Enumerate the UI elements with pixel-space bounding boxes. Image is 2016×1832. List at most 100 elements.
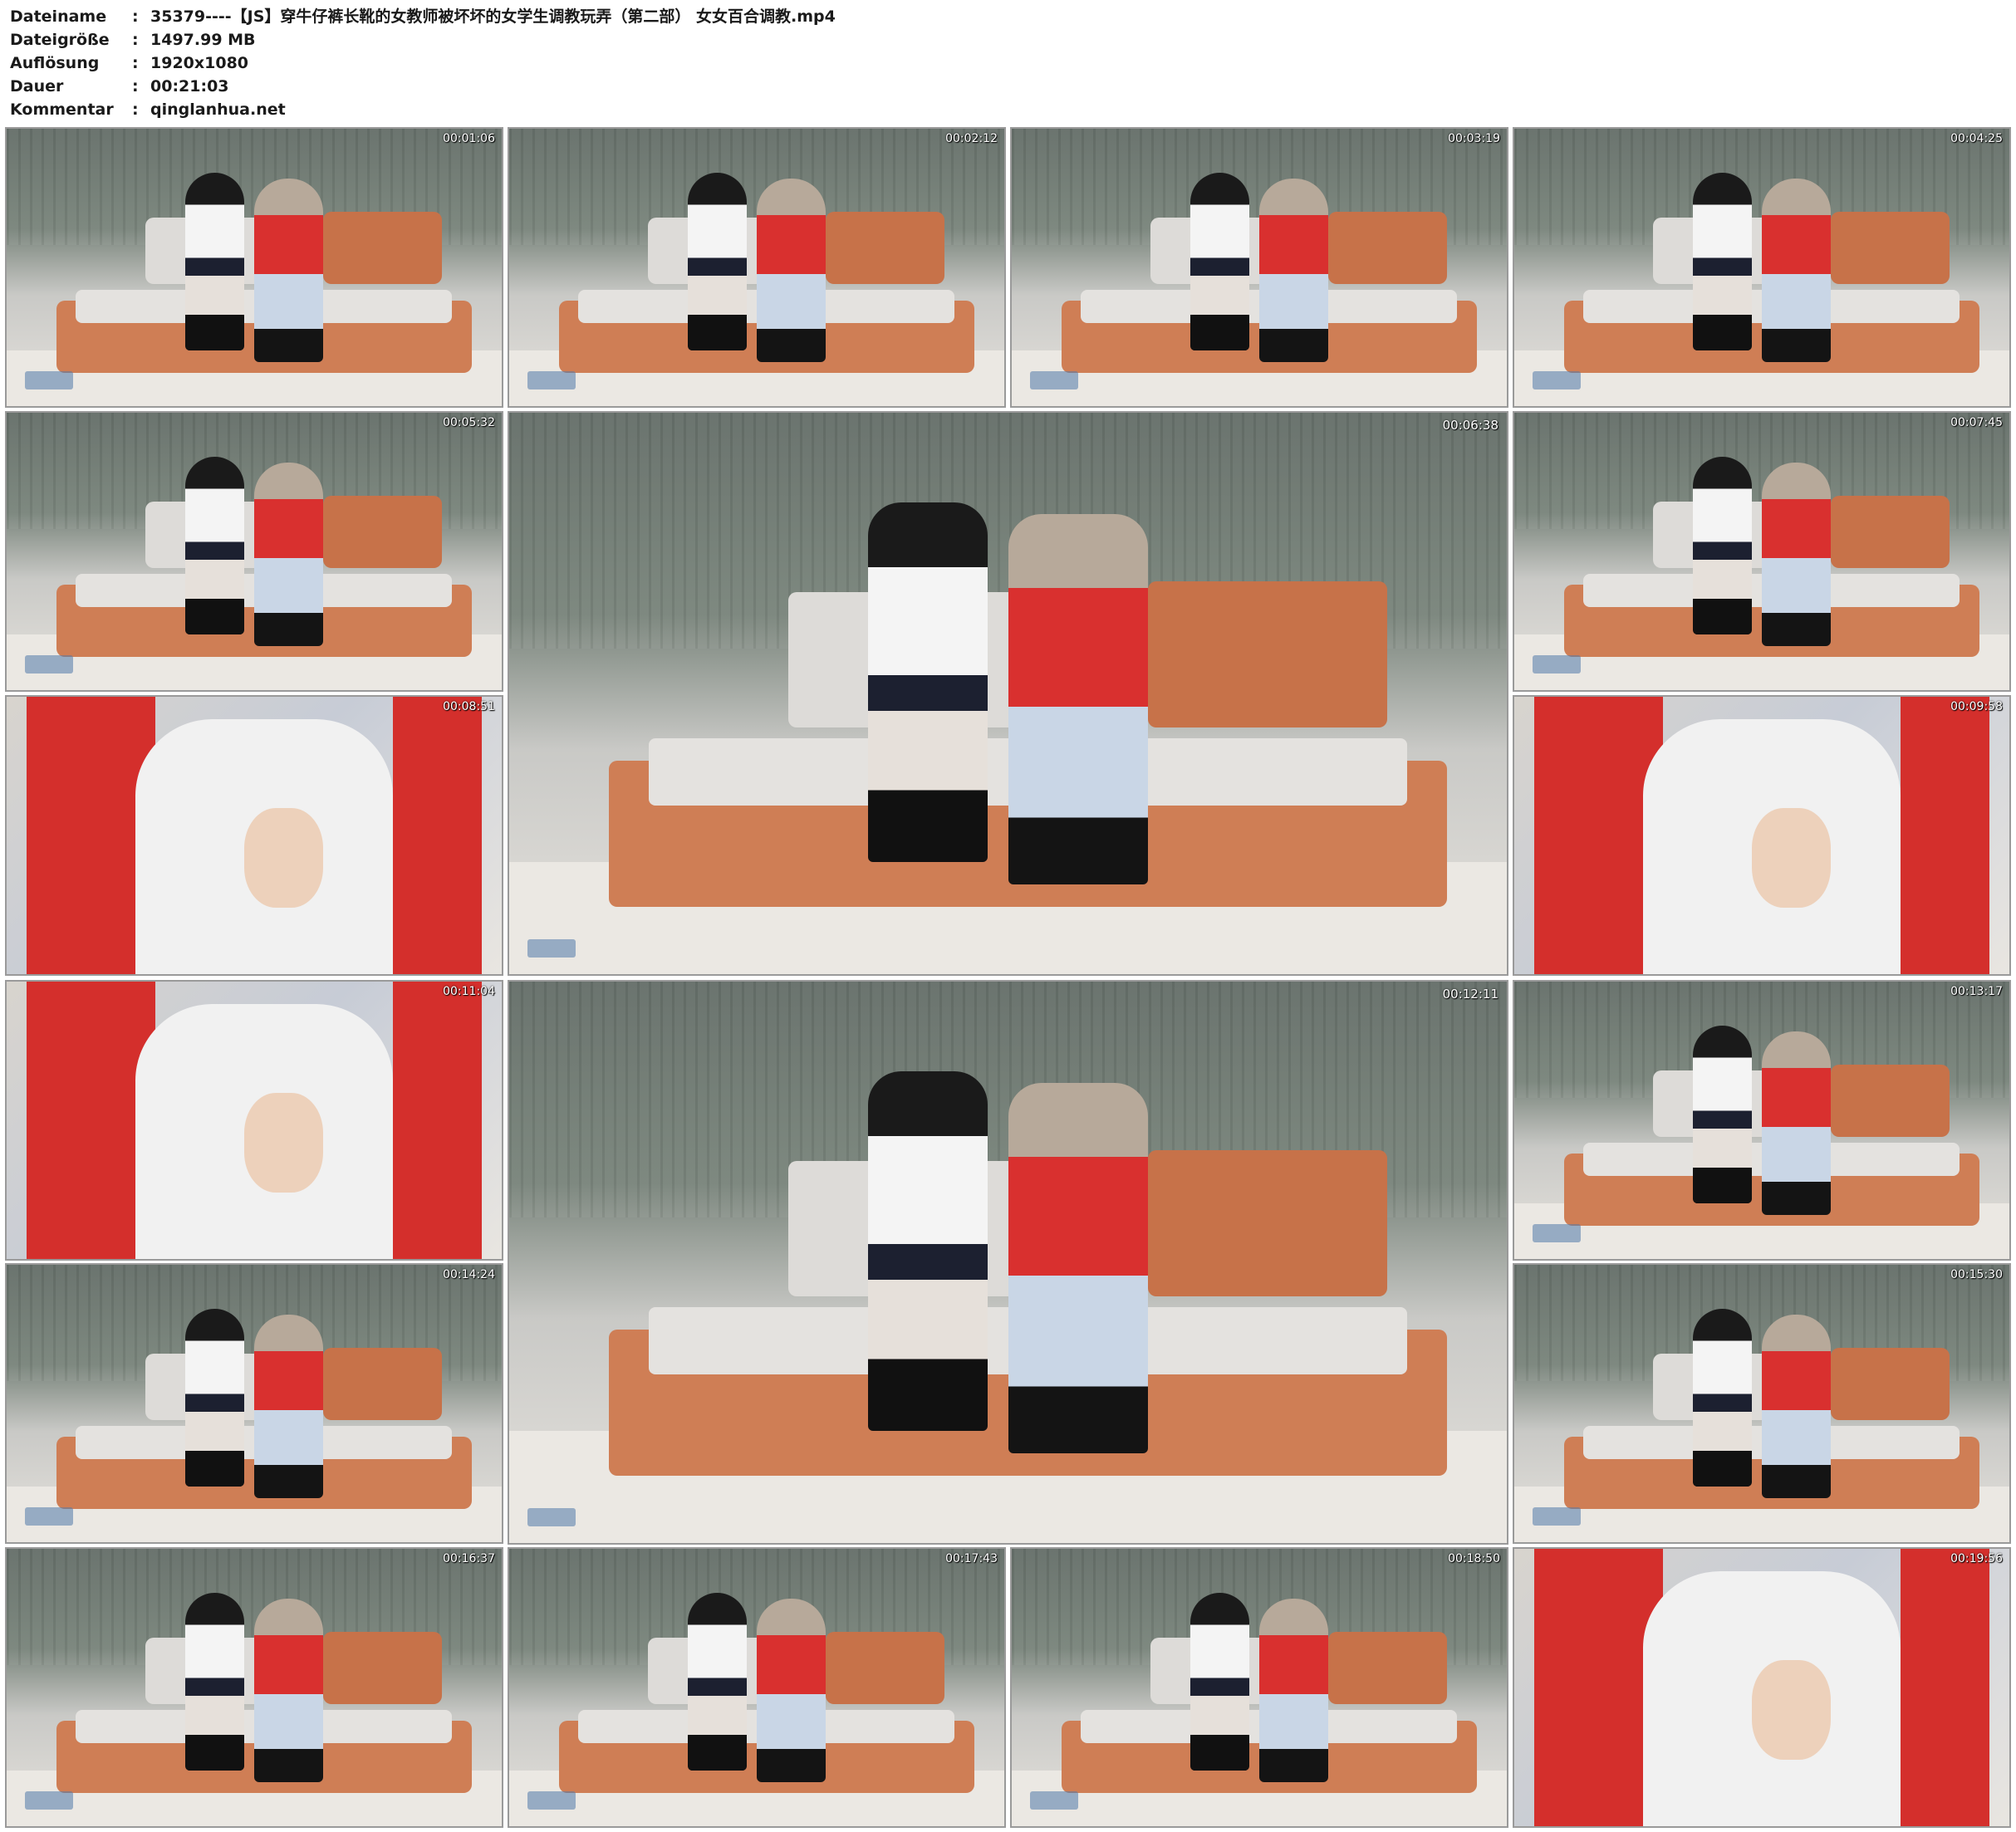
watermark-logo	[1030, 371, 1078, 389]
thumbnail-frame: 00:01:06	[5, 127, 503, 408]
red-jacket	[1900, 1549, 1990, 1826]
thumbnail-frame: 00:05:32	[5, 411, 503, 692]
sofa-back-cushion-orange	[826, 212, 945, 285]
sofa-back-cushion-orange	[323, 496, 443, 569]
sofa-back-cushion-orange	[1328, 1632, 1448, 1705]
thumbnail-frame: 00:16:37	[5, 1547, 503, 1828]
timestamp: 00:02:12	[945, 132, 998, 145]
timestamp: 00:17:43	[945, 1552, 998, 1565]
timestamp: 00:06:38	[1442, 418, 1499, 433]
person-student	[1189, 173, 1250, 351]
person-teacher	[1762, 463, 1832, 646]
person-teacher	[254, 179, 324, 362]
thumbnail-frame: 00:13:17	[1513, 980, 2011, 1261]
watermark-logo	[527, 371, 576, 389]
person-teacher	[1762, 1031, 1832, 1215]
person-teacher	[1762, 179, 1832, 362]
person-teacher	[1008, 1082, 1148, 1453]
person-teacher	[1008, 513, 1148, 884]
hand	[244, 1092, 324, 1193]
sofa-back-cushion-orange	[1147, 580, 1387, 727]
sofa-back-cushion-orange	[1831, 496, 1950, 569]
watermark-logo	[1533, 1507, 1581, 1526]
sofa-back-cushion-orange	[323, 1632, 443, 1705]
timestamp: 00:11:04	[443, 985, 495, 998]
thumbnail-frame: 00:06:38	[508, 411, 1508, 976]
person-teacher	[254, 1315, 324, 1498]
thumbnail-frame: 00:03:19	[1010, 127, 1508, 408]
timestamp: 00:04:25	[1950, 132, 2003, 145]
thumbnail-frame: 00:07:45	[1513, 411, 2011, 692]
thumbnail-frame: 00:18:50	[1010, 1547, 1508, 1828]
person-student	[687, 173, 748, 351]
timestamp: 00:13:17	[1950, 985, 2003, 998]
timestamp: 00:14:24	[443, 1268, 495, 1281]
sofa-back-cushion-orange	[1147, 1149, 1387, 1296]
person-student	[184, 1309, 245, 1487]
timestamp: 00:07:45	[1950, 416, 2003, 429]
thumbnail-frame: 00:09:58	[1513, 695, 2011, 976]
watermark-logo	[527, 939, 576, 958]
timestamp: 00:01:06	[443, 132, 495, 145]
sofa-back-cushion-orange	[1831, 212, 1950, 285]
thumbnail-frame: 00:14:24	[5, 1263, 503, 1544]
timestamp: 00:05:32	[443, 416, 495, 429]
sofa-back-cushion-orange	[826, 1632, 945, 1705]
thumbnail-frame: 00:17:43	[508, 1547, 1006, 1828]
thumbnail-frame: 00:02:12	[508, 127, 1006, 408]
hand	[1752, 1659, 1832, 1760]
person-teacher	[757, 179, 827, 362]
sofa-back-cushion-orange	[1328, 212, 1448, 285]
red-jacket	[392, 697, 483, 974]
thumbnail-frame: 00:12:11	[508, 980, 1508, 1545]
sofa-back-cushion-orange	[323, 212, 443, 285]
person-student	[687, 1593, 748, 1771]
red-jacket	[392, 982, 483, 1259]
watermark-logo	[527, 1791, 576, 1810]
thumbnail-grid: 00:01:06 00:02:12 00:03:19 00:04:25 00:05:32…	[0, 0, 2016, 1832]
timestamp: 00:18:50	[1448, 1552, 1500, 1565]
thumbnail-frame: 00:11:04	[5, 980, 503, 1261]
sofa-back-cushion-orange	[1831, 1348, 1950, 1421]
watermark-logo	[25, 655, 73, 674]
hand	[1752, 807, 1832, 908]
person-teacher	[1762, 1315, 1832, 1498]
person-teacher	[757, 1599, 827, 1782]
watermark-logo	[1533, 655, 1581, 674]
timestamp: 00:12:11	[1442, 987, 1499, 1002]
watermark-logo	[25, 1791, 73, 1810]
person-teacher	[254, 463, 324, 646]
timestamp: 00:19:56	[1950, 1552, 2003, 1565]
person-teacher	[1259, 179, 1329, 362]
person-student	[868, 502, 988, 862]
timestamp: 00:03:19	[1448, 132, 1500, 145]
timestamp: 00:15:30	[1950, 1268, 2003, 1281]
timestamp: 00:08:51	[443, 700, 495, 713]
person-student	[1692, 1309, 1753, 1487]
sofa-back-cushion-orange	[323, 1348, 443, 1421]
person-student	[184, 173, 245, 351]
watermark-logo	[1533, 1224, 1581, 1242]
person-teacher	[1259, 1599, 1329, 1782]
timestamp: 00:09:58	[1950, 700, 2003, 713]
timestamp: 00:16:37	[443, 1552, 495, 1565]
thumbnail-frame: 00:08:51	[5, 695, 503, 976]
person-student	[868, 1071, 988, 1431]
person-teacher	[254, 1599, 324, 1782]
watermark-logo	[1533, 371, 1581, 389]
red-jacket	[1900, 697, 1990, 974]
person-student	[184, 1593, 245, 1771]
person-student	[1692, 173, 1753, 351]
person-student	[184, 457, 245, 635]
thumbnail-frame: 00:15:30	[1513, 1263, 2011, 1544]
person-student	[1189, 1593, 1250, 1771]
person-student	[1692, 1026, 1753, 1204]
person-student	[1692, 457, 1753, 635]
watermark-logo	[25, 371, 73, 389]
sofa-back-cushion-orange	[1831, 1065, 1950, 1138]
hand	[244, 807, 324, 908]
watermark-logo	[25, 1507, 73, 1526]
thumbnail-frame: 00:04:25	[1513, 127, 2011, 408]
watermark-logo	[527, 1508, 576, 1526]
thumbnail-frame: 00:19:56	[1513, 1547, 2011, 1828]
